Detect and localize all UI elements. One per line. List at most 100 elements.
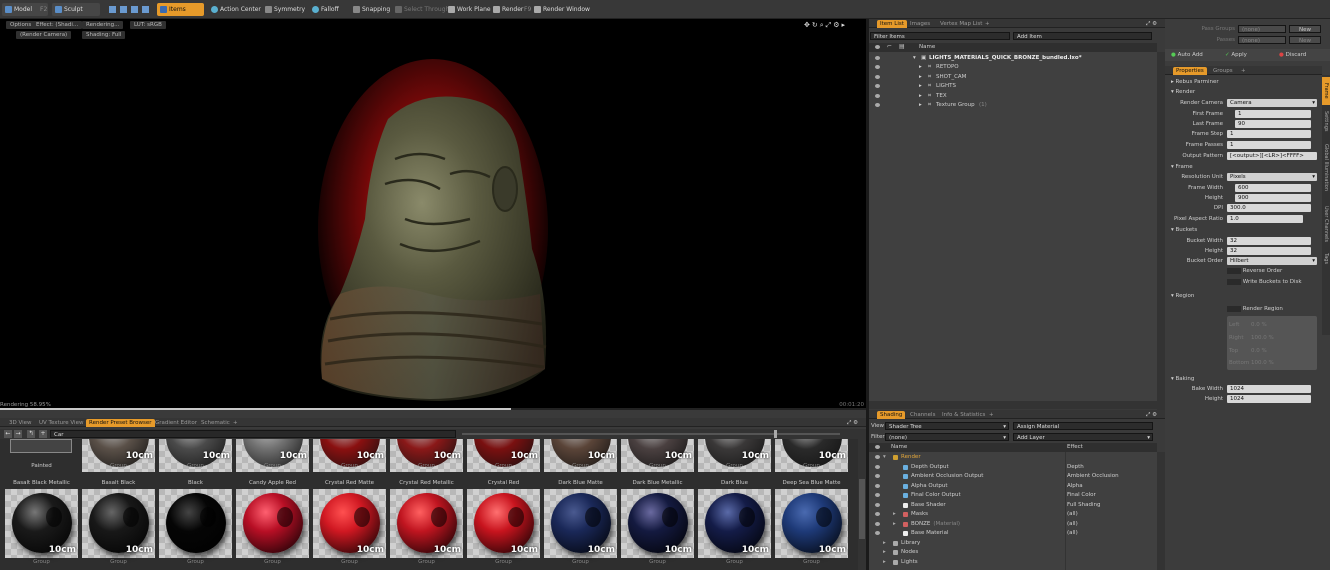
expand-chevron-icon[interactable]: ▸ — [919, 82, 922, 91]
tab-vertex-map-list[interactable]: Vertex Map List — [937, 20, 985, 28]
visibility-eye-icon[interactable] — [875, 93, 880, 98]
falloff-button[interactable]: Falloff — [309, 3, 343, 16]
view-select[interactable]: Shader Tree ▾ — [885, 422, 1009, 430]
bucket-width-input[interactable]: 32 — [1227, 237, 1311, 245]
tab-channels[interactable]: Channels — [907, 411, 938, 419]
scrollbar-thumb[interactable] — [859, 479, 865, 539]
shader-row[interactable]: ▸ Library — [869, 539, 1157, 548]
buckets-section[interactable]: ▾ Buckets — [1171, 226, 1197, 234]
shader-row[interactable]: ▸ Lights — [869, 558, 1157, 567]
action-center-button[interactable]: Action Center — [208, 3, 265, 16]
tree-item[interactable]: ▸ ⌗ SHOT_CAM — [869, 73, 1157, 82]
viewport-rendering-button[interactable]: Rendering... — [82, 21, 124, 29]
tab-item-list[interactable]: Item List — [877, 20, 907, 28]
pass-groups-select[interactable]: (none) — [1238, 25, 1286, 33]
tree-item[interactable]: ▸ ⌗ LIGHTS — [869, 82, 1157, 91]
vertices-icon[interactable] — [109, 6, 116, 13]
preset-thumbnail[interactable]: 10cm Group — [389, 439, 464, 475]
shader-row[interactable]: Base Shader Full Shading — [869, 501, 1157, 510]
shader-row[interactable]: ▸ BONZE (Material) (all) — [869, 520, 1157, 529]
visibility-eye-icon[interactable] — [875, 521, 880, 526]
visibility-eye-icon[interactable] — [875, 65, 880, 69]
viewport-options-button[interactable]: Options — [6, 21, 36, 29]
preset-thumbnail[interactable]: Basalt Black Metallic 10cm Group — [4, 477, 79, 570]
preset-thumbnail[interactable]: 10cm Group — [543, 439, 618, 475]
visibility-eye-icon[interactable] — [875, 74, 880, 79]
tab-images[interactable]: Images — [907, 20, 933, 28]
bake-height-input[interactable]: 1024 — [1227, 395, 1311, 403]
tab-gradient-editor[interactable]: Gradient Editor — [152, 419, 200, 427]
thumb-size-slider[interactable] — [462, 430, 840, 438]
item-list-scrollbar[interactable] — [1157, 52, 1165, 410]
render-section[interactable]: ▾ Render — [1171, 88, 1195, 96]
visibility-eye-icon[interactable] — [875, 502, 880, 507]
item-list-hscrollbar[interactable] — [869, 401, 1157, 409]
expand-chevron-icon[interactable]: ▸ — [893, 520, 896, 529]
pixel-aspect-input[interactable]: 1.0 — [1227, 215, 1303, 223]
frame-height-input[interactable]: 900 — [1235, 194, 1311, 202]
viewport-camera-button[interactable]: (Render Camera) — [16, 31, 72, 39]
shading-scrollbar[interactable] — [1157, 452, 1165, 570]
expand-chevron-icon[interactable]: ▸ — [919, 92, 922, 101]
frame-step-input[interactable]: 1 — [1227, 130, 1311, 138]
assign-material-button[interactable]: Assign Material — [1013, 422, 1153, 430]
preset-thumbnail[interactable]: Crystal Red Matte 10cm Group — [312, 477, 387, 570]
vtab-settings[interactable]: Settings — [1322, 107, 1330, 135]
shader-row[interactable]: Base Material (all) — [869, 529, 1157, 538]
visibility-eye-icon[interactable] — [875, 493, 880, 497]
render-window-button[interactable]: Render Window — [531, 3, 594, 16]
edges-icon[interactable] — [120, 6, 127, 13]
expand-chevron-icon[interactable]: ▾ — [883, 453, 886, 462]
preset-thumbnail[interactable]: 10cm Group — [81, 439, 156, 475]
visibility-eye-icon[interactable] — [875, 483, 880, 488]
add-folder-icon[interactable]: + — [39, 430, 47, 438]
shader-row[interactable]: Depth Output Depth — [869, 463, 1157, 472]
resolution-unit-select[interactable]: Pixels ▾ — [1227, 173, 1317, 181]
bucket-order-select[interactable]: Hilbert ▾ — [1227, 257, 1317, 265]
shader-row[interactable]: Alpha Output Alpha — [869, 482, 1157, 491]
viewport-lut-button[interactable]: LUT: sRGB — [130, 21, 166, 29]
preset-thumbnail[interactable]: Black Group — [158, 477, 233, 570]
expand-chevron-icon[interactable]: ▸ — [919, 63, 922, 72]
render-viewport[interactable]: Options Effect: (Shadi... Rendering... L… — [0, 19, 866, 410]
write-buckets-checkbox[interactable]: Write Buckets to Disk — [1227, 278, 1302, 287]
panel-options-icon[interactable]: ⤢ ⚙ — [1143, 20, 1160, 28]
frame-section[interactable]: ▾ Frame — [1171, 163, 1193, 171]
auto-add-button[interactable]: ● Auto Add — [1171, 51, 1203, 60]
symmetry-button[interactable]: Symmetry — [262, 3, 309, 16]
sculpt-mode-button[interactable]: Sculpt — [52, 3, 100, 16]
dpi-input[interactable]: 300.0 — [1227, 204, 1311, 212]
render-region-checkbox[interactable]: Render Region — [1227, 305, 1283, 314]
tree-root-item[interactable]: ▾ ▣ LIGHTS_MATERIALS_QUICK_BRONZE_bundle… — [869, 54, 1157, 63]
apply-button[interactable]: ✓ Apply — [1225, 51, 1247, 60]
preset-thumbnail[interactable]: 10cm Group — [158, 439, 233, 475]
visibility-eye-icon[interactable] — [875, 56, 880, 60]
output-pattern-input[interactable]: [<output>][<LR>]<FFFF> — [1227, 152, 1317, 160]
new-pass-button[interactable]: New — [1289, 36, 1321, 44]
shader-row[interactable]: Ambient Occlusion Output Ambient Occlusio… — [869, 472, 1157, 481]
tree-item[interactable]: ▸ ⌗ RETOPO — [869, 63, 1157, 72]
forward-arrow-icon[interactable]: → — [14, 430, 22, 438]
preset-thumbnail[interactable]: 10cm Group — [620, 439, 695, 475]
slider-handle[interactable] — [774, 430, 777, 438]
shader-row[interactable]: ▾ Render — [869, 453, 1157, 462]
expand-chevron-icon[interactable]: ▸ — [893, 510, 896, 519]
preset-path-input[interactable]: Car — [50, 430, 456, 438]
preset-thumbnail[interactable]: 10cm Group — [235, 439, 310, 475]
shader-row[interactable]: Final Color Output Final Color — [869, 491, 1157, 500]
tree-item[interactable]: ▸ ⌗ TEX — [869, 92, 1157, 101]
items-mode-button[interactable]: Items — [157, 3, 204, 16]
tab-schematic[interactable]: Schematic — [198, 419, 233, 427]
back-arrow-icon[interactable]: ← — [4, 430, 12, 438]
vtab-global-illumination[interactable]: Global Illumination — [1322, 137, 1330, 199]
add-layer-button[interactable]: Add Layer ▾ — [1013, 433, 1153, 441]
expand-chevron-icon[interactable]: ▾ — [913, 54, 916, 63]
preset-thumbnail[interactable]: Dark Blue Metallic 10cm Group — [620, 477, 695, 570]
preset-thumbnail[interactable]: Candy Apple Red Group — [235, 477, 310, 570]
expand-chevron-icon[interactable]: ▸ — [883, 558, 886, 567]
tab-3d-view[interactable]: 3D View — [6, 419, 35, 427]
expand-chevron-icon[interactable]: ▸ — [919, 101, 922, 110]
shading-filter-select[interactable]: (none) ▾ — [885, 433, 1009, 441]
visibility-eye-icon[interactable] — [875, 455, 880, 459]
shading-panel-options-icon[interactable]: ⤢ ⚙ — [1143, 411, 1160, 419]
